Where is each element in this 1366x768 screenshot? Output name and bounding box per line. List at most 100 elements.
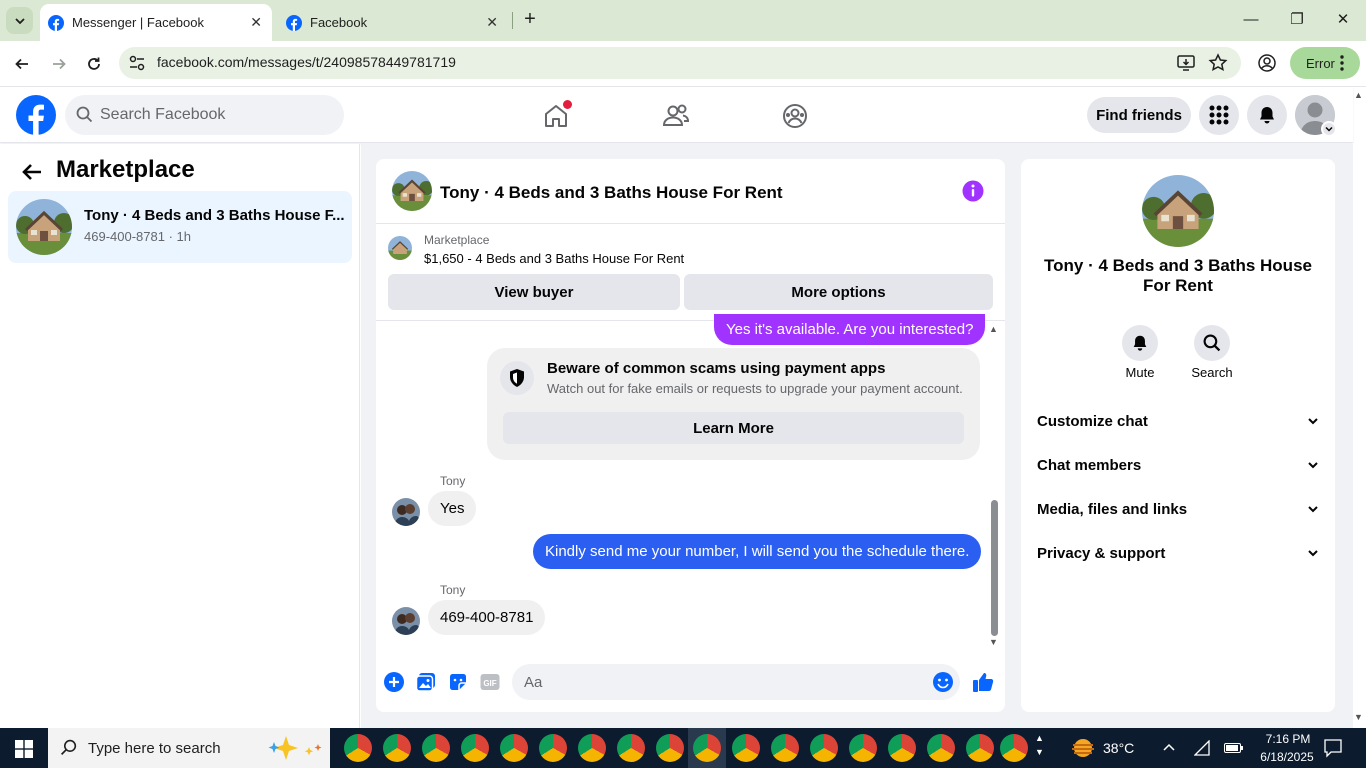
back-button[interactable] [10, 52, 34, 76]
chat-title[interactable]: Tony · 4 Beds and 3 Baths House For Rent [440, 183, 783, 203]
info-house-avatar-icon[interactable] [1142, 175, 1214, 247]
windows-start-icon[interactable] [15, 740, 33, 758]
chrome-app-icon[interactable] [617, 734, 645, 762]
chat-scroll-down-arrow[interactable]: ▼ [989, 637, 998, 647]
chrome-app-icon[interactable] [422, 734, 450, 762]
chrome-app-icon[interactable] [539, 734, 567, 762]
account-chevron-icon[interactable] [1321, 121, 1337, 137]
chrome-app-icon[interactable] [966, 734, 994, 762]
tab-messenger[interactable]: Messenger | Facebook ✕ [40, 4, 272, 41]
tony-avatar-icon[interactable] [392, 607, 420, 635]
chrome-app-icon[interactable] [461, 734, 489, 762]
new-tab-button[interactable]: + [518, 8, 542, 32]
back-arrow-icon[interactable] [20, 160, 44, 184]
reload-button[interactable] [82, 52, 106, 76]
grid-menu-icon [1209, 105, 1229, 125]
chrome-app-icon[interactable] [656, 734, 684, 762]
more-options-button[interactable]: More options [684, 274, 993, 310]
chrome-app-icon[interactable] [500, 734, 528, 762]
photo-icon[interactable] [414, 670, 438, 694]
listing-label: Marketplace [424, 233, 490, 247]
restore-button[interactable]: ❐ [1282, 8, 1312, 32]
search-chat-button[interactable] [1194, 325, 1230, 361]
url-text[interactable]: facebook.com/messages/t/2409857844978171… [157, 54, 456, 70]
mute-button[interactable] [1122, 325, 1158, 361]
profile-error-button[interactable]: Error [1290, 47, 1360, 79]
menu-button[interactable] [1199, 95, 1239, 135]
weather-temp[interactable]: 38°C [1103, 740, 1134, 756]
thumbs-up-icon[interactable] [971, 670, 995, 694]
chrome-app-icon[interactable] [1000, 734, 1028, 762]
chat-scroll-up-arrow[interactable]: ▲ [989, 324, 998, 334]
menu-kebab-icon[interactable] [1340, 55, 1344, 71]
window-close-button[interactable]: ✕ [1328, 8, 1358, 32]
clock-date[interactable]: 6/18/2025 [1254, 750, 1320, 764]
chrome-app-icon[interactable] [849, 734, 877, 762]
gif-icon[interactable]: GIF [478, 670, 502, 694]
tray-chevron-up-icon[interactable] [1162, 741, 1176, 753]
minimize-button[interactable]: — [1236, 8, 1266, 32]
battery-icon[interactable] [1224, 742, 1244, 754]
chrome-app-icon[interactable] [732, 734, 760, 762]
message-incoming[interactable]: 469-400-8781 [428, 600, 546, 635]
chrome-app-icon[interactable] [578, 734, 606, 762]
taskbar-scroll-arrows[interactable]: ▲ ▼ [1035, 731, 1044, 759]
tony-avatar-icon[interactable] [392, 498, 420, 526]
copilot-sparkle-icon[interactable] [264, 734, 324, 762]
chrome-app-icon[interactable] [344, 734, 372, 762]
plus-circle-icon[interactable] [382, 670, 406, 694]
clock-time[interactable]: 7:16 PM [1260, 732, 1316, 746]
tab-close-icon[interactable]: ✕ [486, 14, 498, 31]
notifications-button[interactable] [1247, 95, 1287, 135]
learn-more-button[interactable]: Learn More [503, 412, 964, 444]
network-icon[interactable] [1194, 740, 1210, 756]
message-outgoing[interactable]: Kindly send me your number, I will send … [533, 534, 982, 569]
tab-facebook[interactable]: Facebook ✕ [278, 4, 508, 41]
facebook-search-input[interactable] [100, 105, 330, 125]
chrome-app-icon[interactable] [927, 734, 955, 762]
home-notification-dot [563, 100, 572, 109]
chrome-app-icon[interactable] [888, 734, 916, 762]
section-label: Media, files and links [1037, 500, 1188, 518]
section-privacy-support[interactable]: Privacy & support [1037, 541, 1319, 565]
page-scroll-down-arrow[interactable]: ▼ [1354, 712, 1363, 722]
page-scroll-up-arrow[interactable]: ▲ [1354, 90, 1363, 100]
weather-icon[interactable] [1070, 736, 1096, 760]
find-friends-button[interactable]: Find friends [1087, 97, 1191, 133]
chat-scrollbar-thumb[interactable] [991, 500, 998, 636]
notification-center-icon[interactable] [1323, 738, 1343, 758]
facebook-logo-icon[interactable] [16, 95, 56, 135]
section-customize-chat[interactable]: Customize chat [1037, 409, 1319, 433]
chrome-app-icon[interactable] [771, 734, 799, 762]
emoji-icon[interactable] [931, 670, 955, 694]
message-incoming[interactable]: Yes [428, 491, 477, 526]
search-label: Search [1191, 365, 1233, 380]
chevron-down-icon [1308, 418, 1318, 425]
shield-icon-wrap [500, 361, 534, 395]
message-outgoing[interactable]: Yes it's available. Are you interested? [714, 314, 986, 345]
groups-nav-button[interactable] [777, 98, 813, 134]
sticker-icon[interactable] [446, 670, 470, 694]
chrome-app-icon[interactable] [383, 734, 411, 762]
tab-search-button[interactable] [6, 7, 33, 34]
friends-nav-button[interactable] [658, 98, 694, 134]
bell-icon [1133, 335, 1147, 351]
arrow-left-icon [15, 58, 28, 70]
chrome-app-icon[interactable] [693, 734, 721, 762]
listing-price[interactable]: $1,650 - 4 Beds and 3 Baths House For Re… [424, 251, 684, 266]
profile-icon[interactable] [1257, 53, 1277, 73]
tab-close-icon[interactable]: ✕ [250, 14, 262, 31]
chrome-app-icon[interactable] [810, 734, 838, 762]
chat-house-avatar-icon[interactable] [392, 171, 432, 211]
view-buyer-button[interactable]: View buyer [388, 274, 680, 310]
arrow-right-icon [53, 58, 66, 70]
forward-button[interactable] [47, 52, 71, 76]
install-app-icon[interactable] [1176, 53, 1196, 73]
section-media-files-links[interactable]: Media, files and links [1037, 497, 1319, 521]
section-chat-members[interactable]: Chat members [1037, 453, 1319, 477]
info-icon[interactable] [962, 180, 984, 202]
site-settings-icon[interactable] [128, 54, 146, 72]
message-input[interactable] [524, 672, 914, 692]
bookmark-star-icon[interactable] [1208, 53, 1228, 73]
chevron-down-icon [14, 17, 25, 24]
